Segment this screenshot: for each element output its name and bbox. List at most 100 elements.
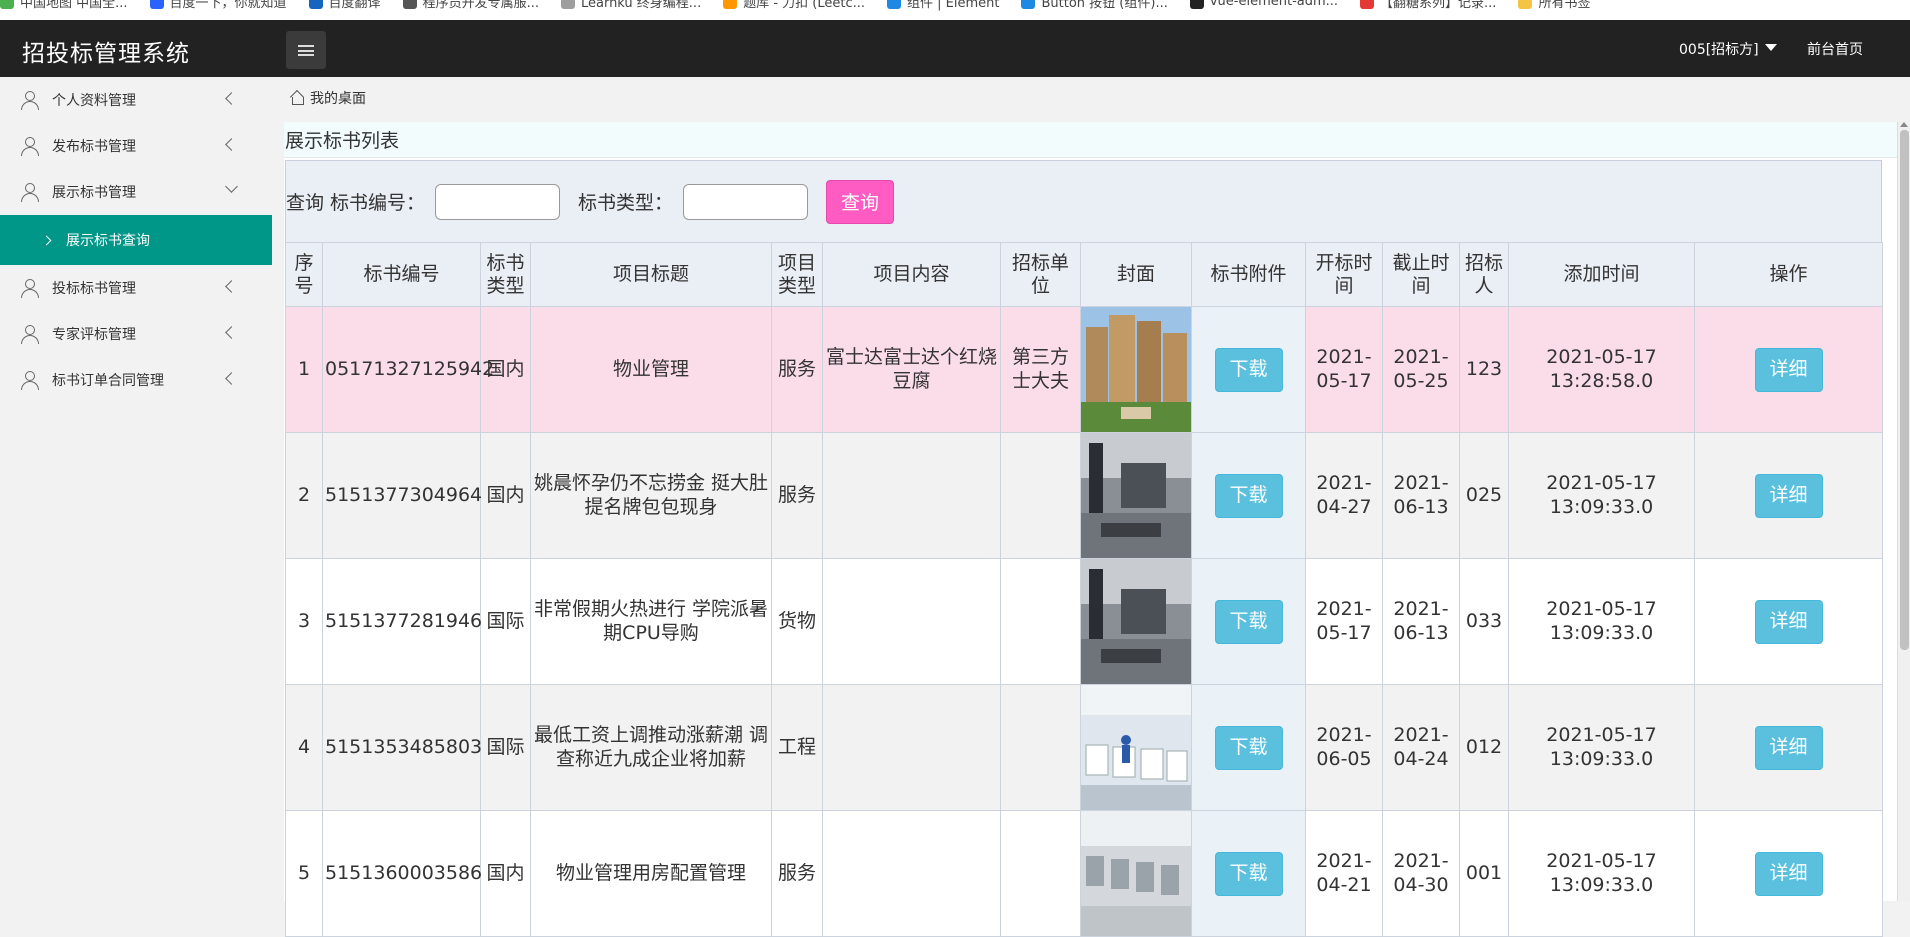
row-number: 5 (285, 810, 323, 937)
tender-unit: 第三方士大夫 (1000, 306, 1081, 433)
actions-cell: 详细 (1694, 432, 1883, 559)
breadcrumb-label: 我的桌面 (310, 91, 366, 107)
tenderer: 012 (1459, 684, 1509, 811)
search-bar: 查询 标书编号： 标书类型： 查询 (285, 160, 1882, 243)
added-time: 2021-05-17 13:09:33.0 (1508, 558, 1695, 685)
project-content: 富士达富士达个红烧豆腐 (822, 306, 1001, 433)
sidebar-item-display[interactable]: 展示标书管理 (0, 169, 272, 215)
home-icon (290, 91, 304, 105)
sidebar-item-label: 个人资料管理 (52, 93, 136, 109)
code-search-input[interactable] (435, 183, 561, 220)
chevron-left-icon (225, 138, 238, 151)
detail-button[interactable]: 详细 (1754, 473, 1823, 518)
front-home-link[interactable]: 前台首页 (1807, 39, 1863, 59)
sidebar-item-publish[interactable]: 发布标书管理 (0, 123, 272, 169)
tender-code: 05171327125942 (322, 306, 494, 433)
cover-cell (1080, 306, 1192, 433)
detail-button[interactable]: 详细 (1754, 725, 1823, 770)
bookmark-favicon-icon (0, 0, 14, 9)
bookmark-item[interactable]: 百度翻译 (308, 0, 381, 11)
scrollbar-thumb[interactable] (1900, 130, 1909, 650)
added-time: 2021-05-17 13:28:58.0 (1508, 306, 1695, 433)
bookmark-item[interactable]: 中国地图 中国全... (0, 0, 128, 11)
detail-button[interactable]: 详细 (1754, 851, 1823, 896)
project-type: 服务 (771, 306, 823, 433)
project-title: 非常假期火热进行 学院派暑期CPU导购 (530, 558, 772, 685)
column-header: 开标时间 (1305, 242, 1383, 307)
sidebar-subitem-display-query[interactable]: 展示标书查询 (0, 215, 272, 265)
bookmark-favicon-icon (1021, 0, 1036, 9)
type-search-input[interactable] (683, 183, 809, 220)
bookmark-item[interactable]: Learnku 终身编程... (560, 0, 701, 11)
bookmark-favicon-icon (560, 0, 575, 9)
open-date: 2021-05-17 (1305, 306, 1383, 433)
sidebar-item-profile[interactable]: 个人资料管理 (0, 77, 272, 123)
bookmarks-bar: 中国地图 中国全... 百度一下，你就知道 百度翻译 程序员开发专属服... Learn… (0, 0, 1910, 20)
bookmark-label: 程序员开发专属服... (422, 0, 539, 11)
cover-image (1081, 685, 1191, 810)
tender-unit (1000, 558, 1081, 685)
actions-cell: 详细 (1694, 810, 1883, 937)
column-header: 截止时间 (1382, 242, 1460, 307)
project-title: 物业管理 (530, 306, 772, 433)
bookmark-label: vue-element-adm... (1209, 0, 1339, 9)
bookmark-label: 百度翻译 (328, 0, 381, 11)
user-icon (20, 182, 40, 202)
download-button[interactable]: 下载 (1214, 851, 1283, 896)
tenderer: 123 (1459, 306, 1509, 433)
search-type-label: 标书类型： (578, 192, 674, 214)
download-button[interactable]: 下载 (1214, 473, 1283, 518)
chevron-left-icon (225, 92, 238, 105)
sidebar-item-expert[interactable]: 专家评标管理 (0, 311, 272, 357)
tender-type: 国际 (480, 684, 531, 811)
tender-type: 国内 (480, 432, 531, 559)
table-row: 4 5151353485803 国际 最低工资上调推动涨薪潮 调查称近九成企业将加薪工… (285, 684, 1883, 811)
column-header: 标书类型 (480, 242, 531, 307)
bookmark-label: 所有书签 (1538, 0, 1591, 11)
sidebar-item-label: 展示标书管理 (52, 185, 136, 201)
hamburger-icon (298, 44, 314, 56)
bookmark-item[interactable]: 程序员开发专属服... (402, 0, 539, 11)
bookmark-item[interactable]: 【翻糖系列】记录... (1360, 0, 1496, 11)
row-number: 2 (285, 432, 323, 559)
bookmark-item[interactable]: Button 按钮 (组件)... (1021, 0, 1168, 11)
bookmark-label: 题库 - 力扣 (Leetc... (743, 0, 866, 11)
download-button[interactable]: 下载 (1214, 347, 1283, 392)
bookmark-item[interactable]: 百度一下，你就知道 (149, 0, 287, 11)
open-date: 2021-04-21 (1305, 810, 1383, 937)
actions-cell: 详细 (1694, 306, 1883, 433)
sidebar-item-bidding[interactable]: 投标标书管理 (0, 265, 272, 311)
bookmark-item[interactable]: 题库 - 力扣 (Leetc... (723, 0, 865, 11)
bookmark-favicon-icon (149, 0, 164, 9)
tender-type: 国际 (480, 558, 531, 685)
menu-toggle-button[interactable] (286, 31, 326, 69)
detail-button[interactable]: 详细 (1754, 599, 1823, 644)
column-header: 标书附件 (1191, 242, 1306, 307)
actions-cell: 详细 (1694, 684, 1883, 811)
sidebar-item-label: 发布标书管理 (52, 139, 136, 155)
user-dropdown[interactable]: 005[招标方] (1679, 39, 1777, 59)
sidebar: 个人资料管理 发布标书管理 展示标书管理 展示标书查询 投标标书管理 专家评标管… (0, 77, 272, 901)
main-content: 展示标书列表 查询 标书编号： 标书类型： 查询 序号 标书编号 标书类型 项目标题项… (284, 122, 1897, 937)
bookmark-label: 中国地图 中国全... (20, 0, 128, 11)
breadcrumb[interactable]: 我的桌面 (290, 88, 366, 108)
chevron-left-icon (225, 326, 238, 339)
vertical-scrollbar[interactable] (1897, 122, 1910, 901)
download-button[interactable]: 下载 (1214, 725, 1283, 770)
tender-code: 5151377281946 (322, 558, 482, 685)
scroll-up-arrow-icon[interactable] (1900, 122, 1908, 127)
bookmark-item[interactable]: 所有书签 (1518, 0, 1590, 11)
attachment-cell: 下载 (1191, 810, 1306, 937)
search-code-label: 查询 标书编号： (286, 192, 426, 214)
cover-cell (1080, 810, 1192, 937)
row-number: 3 (285, 558, 323, 685)
search-button[interactable]: 查询 (826, 179, 895, 224)
download-button[interactable]: 下载 (1214, 599, 1283, 644)
bookmark-favicon-icon (402, 0, 417, 9)
tender-table: 序号 标书编号 标书类型 项目标题 项目类型 项目内容 招标单位 封面 标书附件 开标时间 截止时间… (285, 242, 1883, 937)
detail-button[interactable]: 详细 (1754, 347, 1823, 392)
bookmark-item[interactable]: vue-element-adm... (1189, 0, 1339, 9)
bookmark-item[interactable]: 组件 | Element (887, 0, 999, 11)
bookmark-favicon-icon (723, 0, 738, 9)
sidebar-item-contract[interactable]: 标书订单合同管理 (0, 357, 272, 403)
